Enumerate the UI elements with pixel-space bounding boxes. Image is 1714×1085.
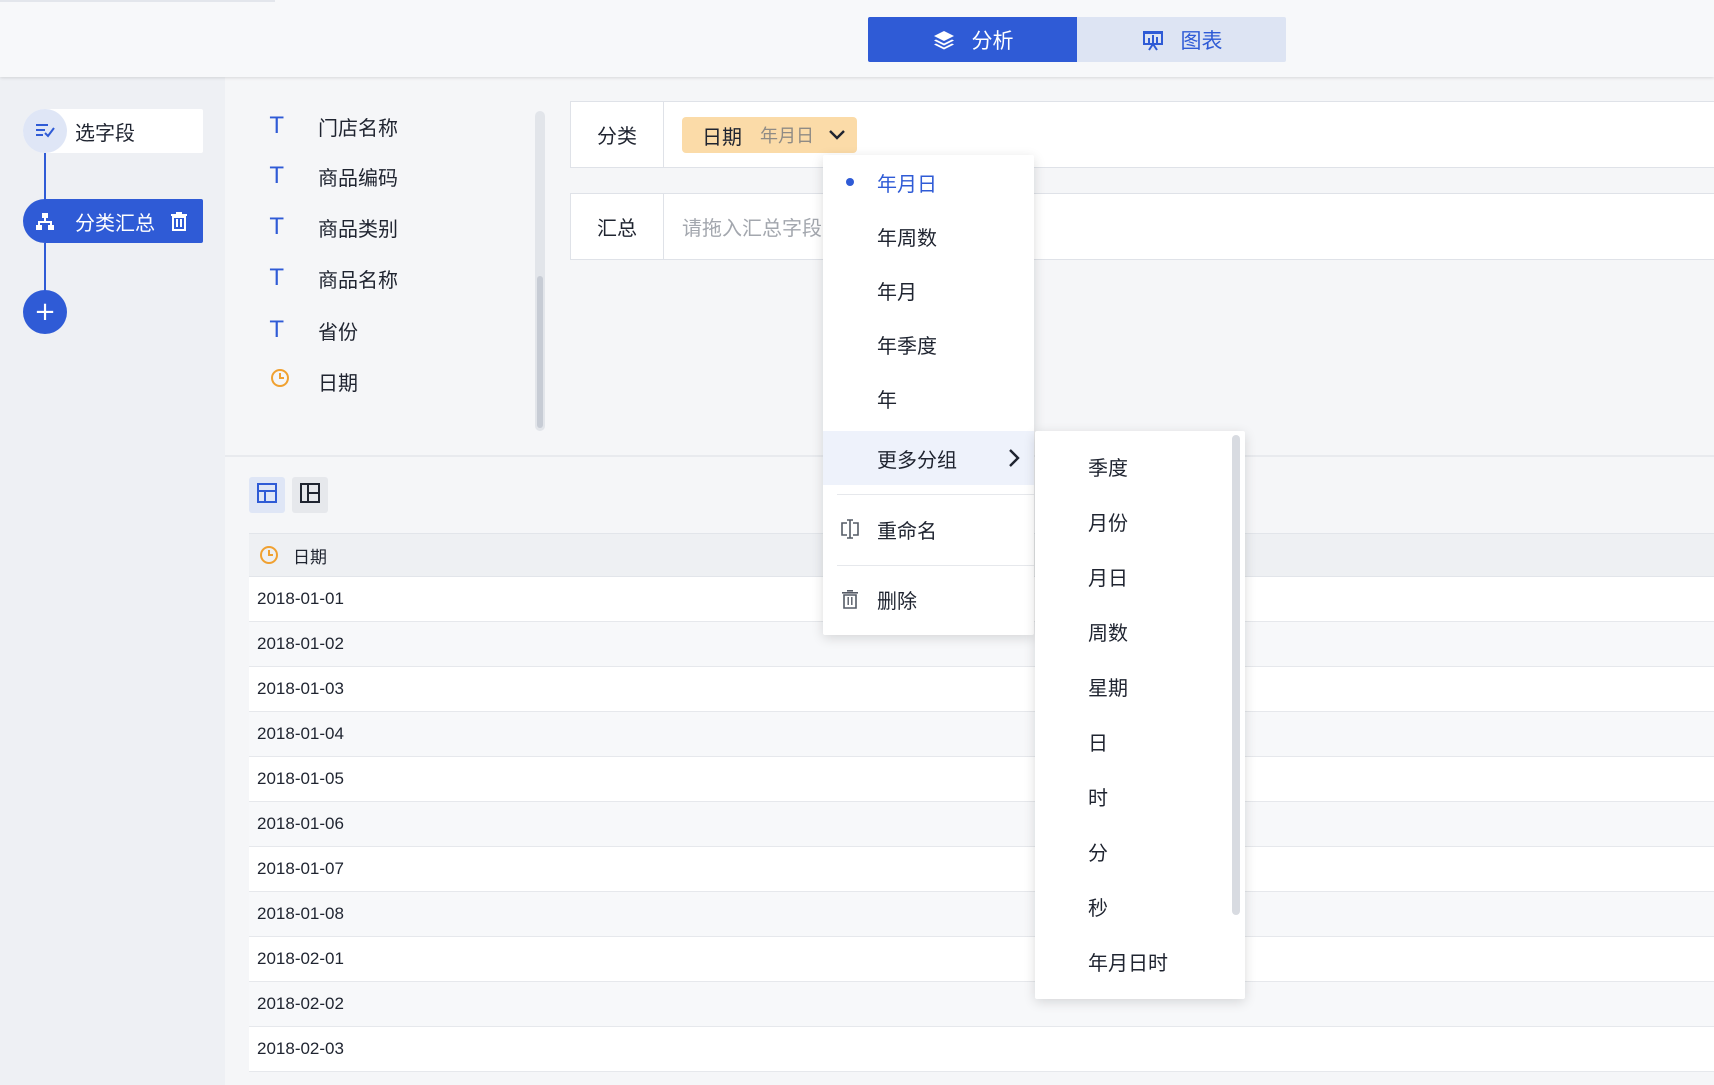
menu-item-year-month-day[interactable]: 年月日 (823, 155, 1034, 209)
text-type-icon: T (270, 317, 284, 343)
text-type-icon: T (270, 265, 284, 291)
table-row: 2018-01-06 (249, 802, 1714, 847)
layout-table-button[interactable] (249, 477, 285, 513)
tab-analysis[interactable]: 分析 (868, 17, 1077, 62)
menu-item-year-week[interactable]: 年周数 (823, 209, 1034, 263)
field-name: 日期 (318, 370, 358, 395)
menu-item-label: 年月 (877, 279, 917, 304)
flow-connector (44, 243, 46, 293)
table-body: 2018-01-01 2018-01-02 2018-01-03 2018-01… (249, 577, 1714, 1072)
step-group-summary[interactable]: 分类汇总 (23, 199, 203, 243)
menu-divider (837, 565, 1034, 566)
text-type-icon: T (270, 113, 284, 139)
table-row: 2018-01-04 (249, 712, 1714, 757)
summary-zone[interactable]: 汇总 请拖入汇总字段 (570, 193, 1714, 260)
table-row: 2018-01-03 (249, 667, 1714, 712)
table-row: 2018-02-03 (249, 1027, 1714, 1072)
flow-connector (44, 153, 46, 201)
top-edge-line (0, 0, 275, 2)
chevron-right-icon (1004, 447, 1024, 469)
submenu-item-month[interactable]: 月份 (1035, 494, 1231, 548)
menu-item-label: 年月日 (877, 171, 937, 196)
submenu-item-minute[interactable]: 分 (1035, 824, 1231, 878)
field-item[interactable]: T 商品名称 (270, 263, 398, 293)
more-groups-submenu: 季度 月份 月日 周数 星期 日 时 分 秒 年月日时 (1035, 431, 1245, 999)
delete-icon (839, 588, 861, 610)
layers-icon (932, 28, 956, 52)
column-header-date: 日期 (293, 547, 327, 568)
chart-icon (1141, 28, 1165, 52)
menu-item-rename[interactable]: 重命名 (823, 502, 1034, 556)
menu-item-label: 年季度 (877, 333, 937, 358)
table-row: 2018-01-05 (249, 757, 1714, 802)
field-item[interactable]: T 商品编码 (270, 161, 398, 191)
plus-icon: + (34, 297, 56, 327)
field-name: 省份 (318, 319, 358, 344)
chip-field-name: 日期 (702, 124, 742, 149)
menu-item-delete[interactable]: 删除 (823, 572, 1034, 626)
summary-placeholder: 请拖入汇总字段 (682, 216, 822, 240)
menu-item-year[interactable]: 年 (823, 371, 1034, 425)
step-select-label: 选字段 (75, 120, 135, 145)
submenu-item-quarter[interactable]: 季度 (1035, 439, 1231, 493)
menu-divider (837, 494, 1034, 495)
select-fields-icon (23, 109, 67, 153)
selected-dot-icon (846, 178, 854, 186)
category-zone[interactable]: 分类 日期 年月日 (570, 101, 1714, 168)
table-row: 2018-02-02 (249, 982, 1714, 1027)
field-item[interactable]: 日期 (270, 366, 358, 396)
menu-item-more-groups[interactable]: 更多分组 (823, 431, 1034, 485)
step-select-fields[interactable]: 选字段 (23, 109, 203, 153)
menu-item-label: 年 (877, 387, 897, 412)
top-bar: 分析 图表 (0, 0, 1714, 77)
chip-granularity: 年月日 (760, 126, 814, 147)
add-step-button[interactable]: + (23, 290, 67, 334)
field-name: 门店名称 (318, 115, 398, 140)
text-type-icon: T (270, 163, 284, 189)
menu-item-label: 删除 (877, 588, 917, 613)
submenu-item-week-number[interactable]: 周数 (1035, 604, 1231, 658)
field-item[interactable]: T 商品类别 (270, 212, 398, 242)
trash-icon[interactable] (168, 210, 190, 232)
tab-chart[interactable]: 图表 (1077, 17, 1286, 62)
hierarchy-icon (23, 199, 67, 243)
tab-analysis-label: 分析 (971, 28, 1014, 53)
table-row: 2018-01-07 (249, 847, 1714, 892)
tab-chart-label: 图表 (1180, 28, 1223, 53)
category-zone-label: 分类 (571, 102, 664, 167)
submenu-item-hour[interactable]: 时 (1035, 769, 1231, 823)
table-row: 2018-01-08 (249, 892, 1714, 937)
step-group-label: 分类汇总 (75, 210, 155, 235)
field-name: 商品类别 (318, 216, 398, 241)
layout-pivot-icon (300, 483, 320, 507)
table-row: 2018-02-01 (249, 937, 1714, 982)
field-item[interactable]: T 省份 (270, 315, 358, 345)
submenu-item-year-month-day-hour[interactable]: 年月日时 (1035, 934, 1231, 988)
clock-icon (270, 368, 298, 394)
submenu-item-month-day[interactable]: 月日 (1035, 549, 1231, 603)
field-item[interactable]: T 门店名称 (270, 111, 398, 141)
field-list-scroll-thumb[interactable] (537, 276, 543, 428)
menu-item-year-month[interactable]: 年月 (823, 263, 1034, 317)
layout-table-icon (257, 483, 277, 507)
menu-item-label: 年周数 (877, 225, 937, 250)
submenu-scroll-thumb[interactable] (1232, 435, 1240, 915)
summary-zone-label: 汇总 (571, 194, 664, 259)
submenu-item-weekday[interactable]: 星期 (1035, 659, 1231, 713)
menu-item-year-quarter[interactable]: 年季度 (823, 317, 1034, 371)
menu-item-label: 重命名 (877, 518, 937, 543)
clock-icon (259, 545, 279, 565)
menu-item-label: 更多分组 (877, 447, 957, 472)
submenu-item-day[interactable]: 日 (1035, 714, 1231, 768)
category-field-chip[interactable]: 日期 年月日 (682, 117, 857, 153)
field-name: 商品名称 (318, 267, 398, 292)
layout-pivot-button[interactable] (292, 477, 328, 513)
submenu-item-second[interactable]: 秒 (1035, 879, 1231, 933)
text-type-icon: T (270, 214, 284, 240)
rename-icon (839, 518, 861, 540)
granularity-menu: 年月日 年周数 年月 年季度 年 更多分组 重命名 删除 (823, 155, 1034, 635)
field-name: 商品编码 (318, 165, 398, 190)
chevron-down-icon[interactable] (827, 125, 847, 145)
